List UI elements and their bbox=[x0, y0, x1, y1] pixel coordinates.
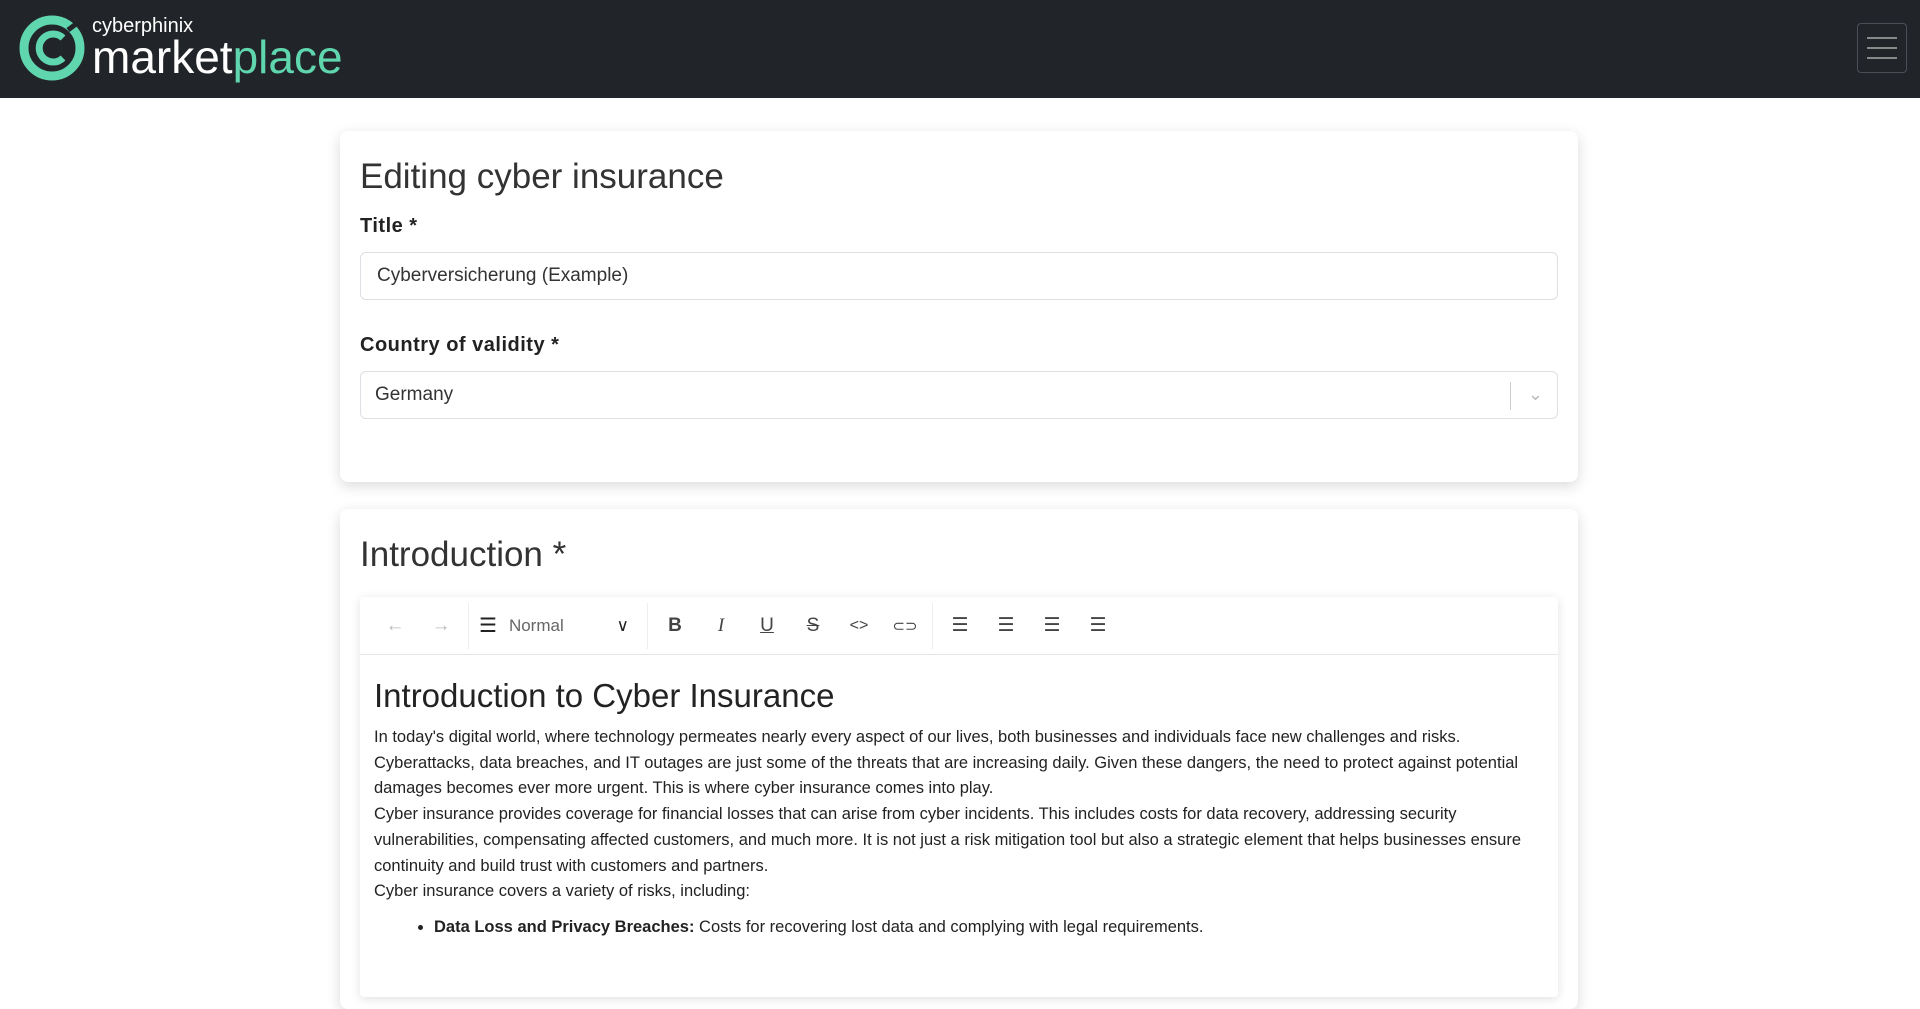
align-left-icon[interactable]: ☰ bbox=[937, 614, 983, 637]
menu-toggle-button[interactable] bbox=[1857, 23, 1907, 73]
italic-icon[interactable]: I bbox=[698, 615, 744, 637]
brand-accent: place bbox=[232, 31, 343, 83]
underline-icon[interactable]: U bbox=[744, 615, 790, 637]
content-heading: Introduction to Cyber Insurance bbox=[374, 677, 835, 714]
navbar: cyberphinix marketplace bbox=[0, 0, 1920, 98]
logo[interactable]: cyberphinix marketplace bbox=[18, 14, 343, 82]
list-item: Data Loss and Privacy Breaches: Costs fo… bbox=[434, 915, 1544, 941]
select-divider bbox=[1510, 382, 1511, 410]
introduction-heading: Introduction * bbox=[360, 535, 567, 574]
editor-content[interactable]: Introduction to Cyber Insurance In today… bbox=[360, 655, 1558, 963]
general-card: Editing cyber insurance Title * Cyberver… bbox=[340, 131, 1578, 482]
redo-icon[interactable]: → bbox=[418, 615, 464, 637]
paragraph: Cyber insurance provides coverage for fi… bbox=[374, 805, 1522, 875]
align-right-icon[interactable]: ☰ bbox=[1029, 614, 1075, 637]
title-label: Title * bbox=[360, 215, 418, 237]
title-input[interactable]: Cyberversicherung (Example) bbox=[360, 252, 1558, 300]
risk-list: Data Loss and Privacy Breaches: Costs fo… bbox=[434, 915, 1544, 941]
logo-icon bbox=[19, 15, 85, 81]
introduction-card: Introduction * ← → ☰ Normal ∨ B I U S <>… bbox=[340, 509, 1578, 1009]
paragraph: Cyber insurance covers a variety of risk… bbox=[374, 882, 750, 901]
paragraph: In today's digital world, where technolo… bbox=[374, 728, 1519, 798]
brand-main: market bbox=[92, 31, 233, 83]
strikethrough-icon[interactable]: S bbox=[790, 615, 836, 637]
country-select[interactable]: Germany ⌄ bbox=[360, 371, 1558, 419]
hamburger-icon bbox=[1867, 37, 1897, 39]
page-title: Editing cyber insurance bbox=[360, 157, 724, 196]
block-format-value: Normal bbox=[508, 615, 564, 635]
code-icon[interactable]: <> bbox=[836, 617, 882, 635]
link-icon[interactable]: ⊂⊃ bbox=[882, 617, 928, 635]
chevron-down-icon: ∨ bbox=[616, 615, 629, 635]
country-label: Country of validity * bbox=[360, 334, 560, 356]
list-item-term: Data Loss and Privacy Breaches: bbox=[434, 917, 695, 936]
undo-icon[interactable]: ← bbox=[372, 615, 418, 637]
paragraph-icon: ☰ bbox=[479, 615, 497, 637]
rich-text-editor: ← → ☰ Normal ∨ B I U S <> ⊂⊃ ☰ ☰ ☰ ☰ Int… bbox=[360, 597, 1558, 997]
country-value: Germany bbox=[375, 384, 454, 405]
block-format-dropdown[interactable]: ☰ Normal ∨ bbox=[473, 613, 643, 638]
list-item-text: Costs for recovering lost data and compl… bbox=[694, 917, 1204, 936]
editor-toolbar: ← → ☰ Normal ∨ B I U S <> ⊂⊃ ☰ ☰ ☰ ☰ bbox=[360, 597, 1558, 655]
align-center-icon[interactable]: ☰ bbox=[983, 614, 1029, 637]
bold-icon[interactable]: B bbox=[652, 615, 698, 637]
chevron-down-icon[interactable]: ⌄ bbox=[1528, 384, 1543, 405]
align-justify-icon[interactable]: ☰ bbox=[1075, 614, 1121, 637]
